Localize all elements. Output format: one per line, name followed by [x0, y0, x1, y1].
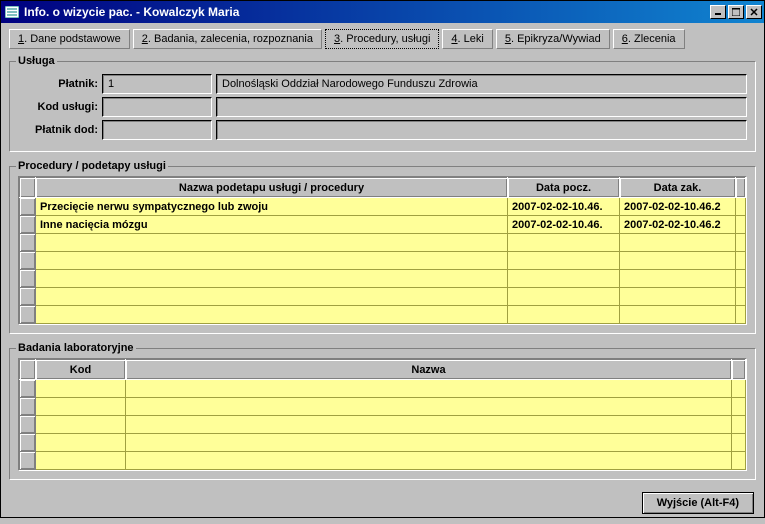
- window-title: Info. o wizycie pac. - Kowalczyk Maria: [24, 5, 708, 19]
- maximize-button[interactable]: [728, 5, 744, 19]
- table-row[interactable]: Przecięcie nerwu sympatycznego lub zwoju…: [20, 198, 746, 216]
- col-zak[interactable]: Data zak.: [620, 178, 736, 198]
- cell-nazwa[interactable]: Przecięcie nerwu sympatycznego lub zwoju: [36, 198, 508, 216]
- col-scroll: [736, 178, 746, 198]
- cell-pocz[interactable]: 2007-02-02-10.46.: [508, 216, 620, 234]
- table-row[interactable]: [20, 398, 746, 416]
- table-row[interactable]: [20, 252, 746, 270]
- table-row[interactable]: Inne nacięcia mózgu 2007-02-02-10.46. 20…: [20, 216, 746, 234]
- row-kod-uslugi: Kod usługi:: [18, 97, 747, 117]
- field-kod-code[interactable]: [102, 97, 212, 117]
- field-kod-name[interactable]: [216, 97, 747, 117]
- table-row[interactable]: [20, 288, 746, 306]
- tabstrip: 1. Dane podstawowe 2. Badania, zalecenia…: [9, 29, 756, 49]
- group-usluga: Usługa Płatnik: 1 Dolnośląski Oddział Na…: [9, 55, 756, 152]
- titlebar: Info. o wizycie pac. - Kowalczyk Maria: [1, 1, 764, 23]
- row-platnik: Płatnik: 1 Dolnośląski Oddział Narodoweg…: [18, 74, 747, 94]
- tab-procedury[interactable]: 3. Procedury, usługi: [325, 29, 439, 49]
- minimize-button[interactable]: [710, 5, 726, 19]
- field-platnikdod-code[interactable]: [102, 120, 212, 140]
- titlebar-buttons: [708, 5, 762, 19]
- window: Info. o wizycie pac. - Kowalczyk Maria 1…: [0, 0, 765, 518]
- tab-dane-podstawowe[interactable]: 1. Dane podstawowe: [9, 29, 130, 49]
- grid-badania-header: Kod Nazwa: [20, 360, 746, 380]
- group-procedury: Procedury / podetapy usługi Nazwa podeta…: [9, 160, 756, 334]
- col-scroll: [732, 360, 746, 380]
- label-platnik: Płatnik:: [18, 78, 98, 90]
- label-kod-uslugi: Kod usługi:: [18, 101, 98, 113]
- group-usluga-legend: Usługa: [16, 55, 57, 67]
- table-row[interactable]: [20, 306, 746, 324]
- app-icon: [4, 4, 20, 20]
- label-platnik-dod: Płatnik dod:: [18, 124, 98, 136]
- table-row[interactable]: [20, 452, 746, 470]
- col-rowhead: [20, 178, 36, 198]
- table-row[interactable]: [20, 380, 746, 398]
- row-header[interactable]: [20, 198, 36, 216]
- group-badania: Badania laboratoryjne Kod Nazwa: [9, 342, 756, 480]
- grid-badania[interactable]: Kod Nazwa: [18, 358, 747, 471]
- table-row[interactable]: [20, 416, 746, 434]
- table-row[interactable]: [20, 434, 746, 452]
- field-platnikdod-name[interactable]: [216, 120, 747, 140]
- tab-zlecenia[interactable]: 6. Zlecenia: [613, 29, 685, 49]
- row-platnik-dod: Płatnik dod:: [18, 120, 747, 140]
- content: 1. Dane podstawowe 2. Badania, zalecenia…: [1, 23, 764, 524]
- tab-leki[interactable]: 4. Leki: [442, 29, 492, 49]
- cell-zak[interactable]: 2007-02-02-10.46.2: [620, 216, 736, 234]
- col-rowhead: [20, 360, 36, 380]
- cell-nazwa[interactable]: Inne nacięcia mózgu: [36, 216, 508, 234]
- table-row[interactable]: [20, 270, 746, 288]
- grid-procedury-header: Nazwa podetapu usługi / procedury Data p…: [20, 178, 746, 198]
- col-nazwa[interactable]: Nazwa podetapu usługi / procedury: [36, 178, 508, 198]
- field-platnik-name[interactable]: Dolnośląski Oddział Narodowego Funduszu …: [216, 74, 747, 94]
- tab-badania[interactable]: 2. Badania, zalecenia, rozpoznania: [133, 29, 322, 49]
- field-platnik-code[interactable]: 1: [102, 74, 212, 94]
- cell-pocz[interactable]: 2007-02-02-10.46.: [508, 198, 620, 216]
- group-procedury-legend: Procedury / podetapy usługi: [16, 160, 168, 172]
- bottom-bar: Wyjście (Alt-F4): [9, 488, 756, 518]
- col-kod[interactable]: Kod: [36, 360, 126, 380]
- table-row[interactable]: [20, 234, 746, 252]
- group-badania-legend: Badania laboratoryjne: [16, 342, 136, 354]
- grid-procedury[interactable]: Nazwa podetapu usługi / procedury Data p…: [18, 176, 747, 325]
- close-button[interactable]: [746, 5, 762, 19]
- col-pocz[interactable]: Data pocz.: [508, 178, 620, 198]
- exit-button[interactable]: Wyjście (Alt-F4): [642, 492, 754, 514]
- tab-epikryza[interactable]: 5. Epikryza/Wywiad: [496, 29, 610, 49]
- row-header[interactable]: [20, 216, 36, 234]
- cell-zak[interactable]: 2007-02-02-10.46.2: [620, 198, 736, 216]
- col-nazwa[interactable]: Nazwa: [126, 360, 732, 380]
